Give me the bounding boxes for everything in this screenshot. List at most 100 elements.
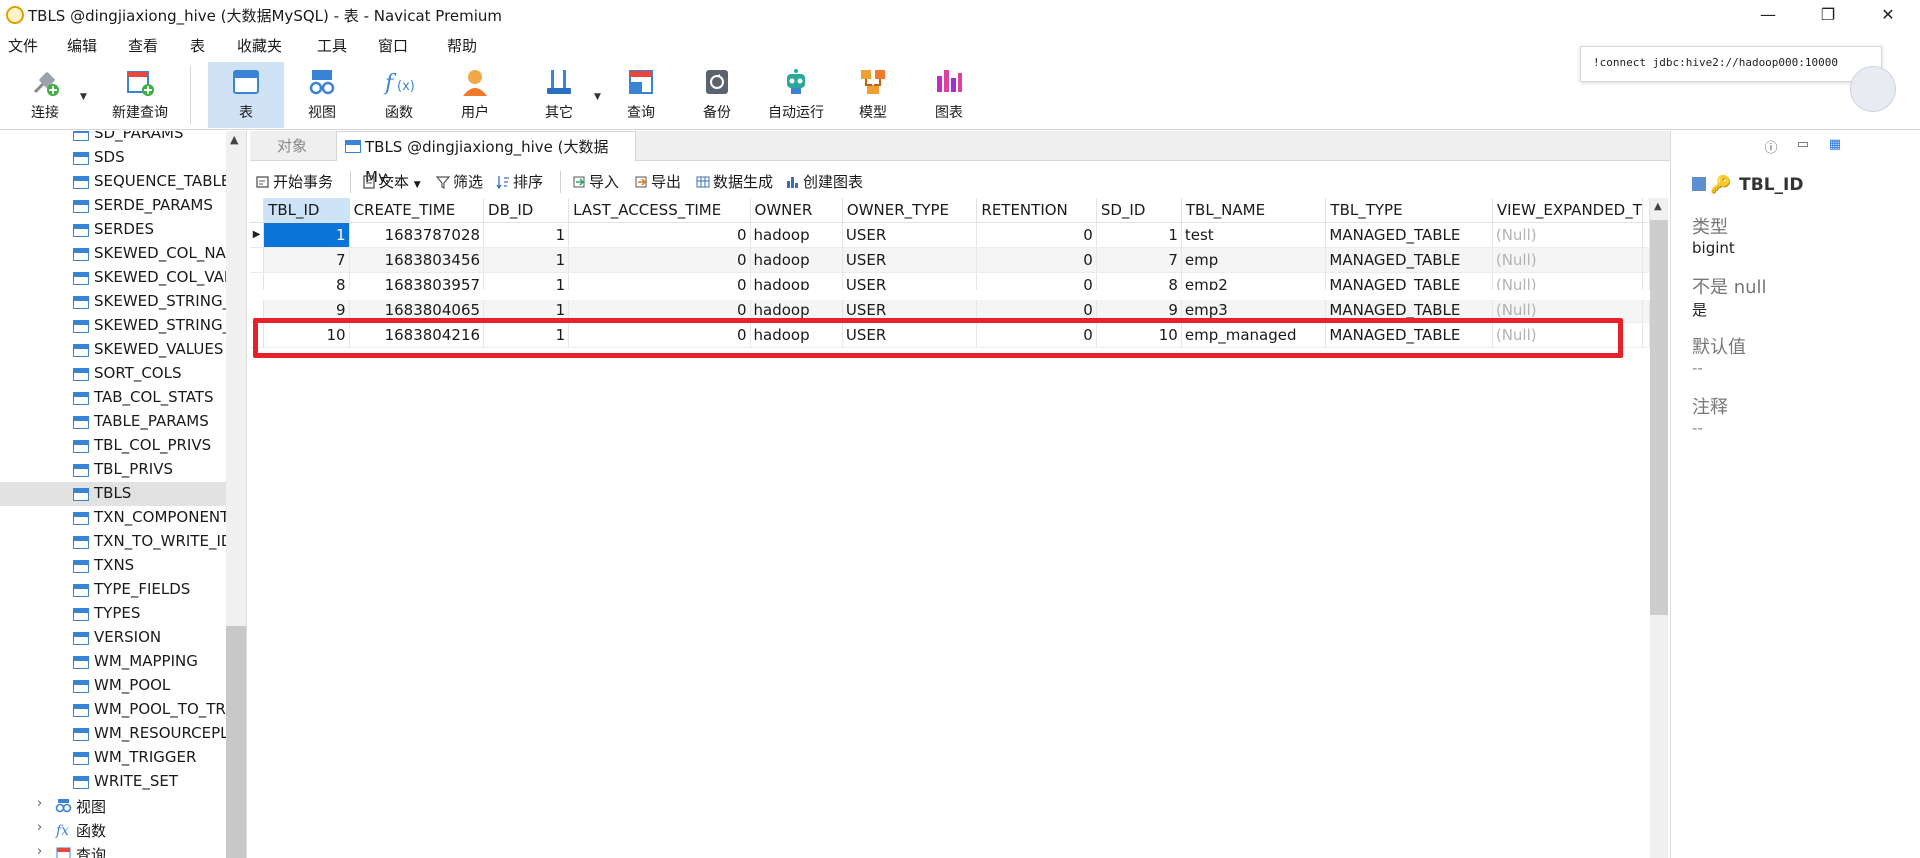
tree-item-table[interactable]: TYPE_FIELDS xyxy=(0,578,226,602)
tree-item-table[interactable]: WM_TRIGGER xyxy=(0,746,226,770)
export-button[interactable]: 导出 xyxy=(634,171,681,192)
menu-file[interactable]: 文件 xyxy=(8,35,38,56)
tree-item-table[interactable]: WM_POOL xyxy=(0,674,226,698)
grid-cell[interactable]: 0 xyxy=(976,247,1097,273)
row-header[interactable] xyxy=(250,247,265,273)
close-button[interactable]: ✕ xyxy=(1860,0,1916,30)
menu-tools[interactable]: 工具 xyxy=(317,35,347,56)
tree-item-table[interactable]: SKEWED_STRING_ xyxy=(0,290,226,314)
table-button[interactable]: 表 xyxy=(208,62,284,128)
grid-cell[interactable]: emp xyxy=(1181,247,1327,273)
tree-item-table[interactable]: WRITE_SET xyxy=(0,770,226,794)
tree-scrollbar-thumb[interactable] xyxy=(226,626,246,858)
tree-item-table[interactable]: TXNS xyxy=(0,554,226,578)
create-chart-button[interactable]: 创建图表 xyxy=(786,171,863,192)
tree-group[interactable]: › 视图 xyxy=(0,794,226,818)
grid-scrollbar[interactable]: ▲ xyxy=(1650,198,1668,858)
tree-item-table[interactable]: SERDE_PARAMS xyxy=(0,194,226,218)
tree-item-table[interactable]: WM_POOL_TO_TR xyxy=(0,698,226,722)
tree-item-table[interactable]: SERDES xyxy=(0,218,226,242)
grid-cell[interactable]: MANAGED_TABLE xyxy=(1325,247,1493,273)
tab-objects[interactable]: 对象 xyxy=(250,131,334,161)
expand-arrow-icon[interactable]: › xyxy=(37,796,42,811)
tree-item-table[interactable]: TBLS xyxy=(0,482,226,506)
grid-cell[interactable]: 1 xyxy=(263,222,350,248)
column-header[interactable]: TBL_TYPE xyxy=(1325,198,1493,223)
tree-item-table[interactable]: SDS xyxy=(0,146,226,170)
text-dropdown-icon[interactable]: ▼ xyxy=(414,180,421,190)
expand-arrow-icon[interactable]: › xyxy=(37,820,42,835)
column-header[interactable]: OWNER_TYPE xyxy=(842,198,978,223)
current-row-indicator-icon[interactable]: ▶ xyxy=(250,222,265,248)
query-button[interactable]: 查询 xyxy=(604,62,678,128)
tree-scrollbar[interactable]: ▲ xyxy=(226,131,246,858)
expand-arrow-icon[interactable]: › xyxy=(37,844,42,858)
menu-table[interactable]: 表 xyxy=(190,35,205,56)
grid-cell[interactable]: 0 xyxy=(568,222,751,248)
backup-button[interactable]: 备份 xyxy=(680,62,754,128)
grid-cell[interactable]: 1683787028 xyxy=(349,222,485,248)
begin-transaction-button[interactable]: 开始事务 xyxy=(256,171,333,192)
grid-cell[interactable]: 7 xyxy=(263,247,350,273)
filter-button[interactable]: 筛选 xyxy=(436,171,483,192)
user-button[interactable]: 用户 xyxy=(438,62,512,128)
column-header[interactable]: OWNER xyxy=(750,198,843,223)
column-header[interactable]: LAST_ACCESS_TIME xyxy=(568,198,751,223)
column-header[interactable]: TBL_ID xyxy=(263,198,350,223)
tree-item-table[interactable]: TXN_COMPONENT xyxy=(0,506,226,530)
column-header[interactable]: CREATE_TIME xyxy=(349,198,485,223)
sort-button[interactable]: 排序 xyxy=(496,171,543,192)
chart-button[interactable]: 图表 xyxy=(912,62,986,128)
tree-item-table[interactable]: TYPES xyxy=(0,602,226,626)
grid-view-icon[interactable]: ▦ xyxy=(1826,137,1844,155)
other-button[interactable]: 其它 xyxy=(522,62,596,128)
menu-help[interactable]: 帮助 xyxy=(447,35,477,56)
grid-scrollbar-thumb[interactable] xyxy=(1650,220,1668,615)
maximize-button[interactable]: ❐ xyxy=(1800,0,1856,30)
ddl-icon[interactable]: ▭ xyxy=(1794,137,1812,155)
menu-favorites[interactable]: 收藏夹 xyxy=(237,35,282,56)
tree-group[interactable]: › 查询 xyxy=(0,842,226,858)
grid-cell[interactable]: MANAGED_TABLE xyxy=(1325,222,1493,248)
table-row[interactable]: 7 1683803456 1 0 hadoop USER 0 7 emp MANAGED_TABL… xyxy=(250,247,1650,273)
info-icon[interactable]: ⓘ xyxy=(1762,137,1780,156)
import-button[interactable]: 导入 xyxy=(572,171,619,192)
tree-item-table[interactable]: SKEWED_VALUES xyxy=(0,338,226,362)
tree-item-table[interactable]: TBL_PRIVS xyxy=(0,458,226,482)
grid-cell[interactable]: USER xyxy=(842,222,978,248)
table-row[interactable]: ▶ 1 1683787028 1 0 hadoop USER 0 1 test MANAGED_TA… xyxy=(250,222,1650,248)
column-header[interactable]: SD_ID xyxy=(1096,198,1182,223)
minimize-button[interactable]: — xyxy=(1740,0,1796,30)
grid-cell[interactable]: 1 xyxy=(1096,222,1182,248)
tree-item-table[interactable]: TBL_COL_PRIVS xyxy=(0,434,226,458)
tree-item-table[interactable]: TAB_COL_STATS xyxy=(0,386,226,410)
grid-cell[interactable]: (Null) xyxy=(1492,247,1644,273)
connect-dropdown-icon[interactable]: ▼ xyxy=(80,92,87,102)
generate-data-button[interactable]: 数据生成 xyxy=(696,171,773,192)
menu-view[interactable]: 查看 xyxy=(128,35,158,56)
text-button[interactable]: 文本 ▼ xyxy=(362,171,421,192)
grid-cell[interactable]: 1 xyxy=(483,247,570,273)
connect-button[interactable]: 连接 xyxy=(8,62,82,128)
tree-item-table[interactable]: VERSION xyxy=(0,626,226,650)
tree-item-table[interactable]: TXN_TO_WRITE_ID xyxy=(0,530,226,554)
grid-cell[interactable]: 0 xyxy=(976,222,1097,248)
menu-window[interactable]: 窗口 xyxy=(378,35,408,56)
grid-cell[interactable]: (Null) xyxy=(1492,222,1644,248)
tab-tbls[interactable]: TBLS @dingjiaxiong_hive (大数据My... xyxy=(336,131,636,186)
new-query-button[interactable]: 新建查询 xyxy=(90,62,190,128)
tree-group[interactable]: › fx 函数 xyxy=(0,818,226,842)
grid-cell[interactable]: 7 xyxy=(1096,247,1182,273)
grid-cell[interactable]: hadoop xyxy=(750,222,843,248)
tree-item-table[interactable]: SEQUENCE_TABLE xyxy=(0,170,226,194)
avatar[interactable] xyxy=(1850,66,1896,112)
tree-item-table[interactable]: WM_MAPPING xyxy=(0,650,226,674)
column-header[interactable]: VIEW_EXPANDED_T xyxy=(1492,198,1644,223)
grid-cell[interactable]: 1683803456 xyxy=(349,247,485,273)
auto-run-button[interactable]: 自动运行 xyxy=(756,62,836,128)
grid-cell[interactable]: 0 xyxy=(568,247,751,273)
column-header[interactable]: DB_ID xyxy=(483,198,570,223)
tree-item-table[interactable]: WM_RESOURCEPL xyxy=(0,722,226,746)
tree-item-table[interactable]: TABLE_PARAMS xyxy=(0,410,226,434)
grid-cell[interactable]: 1 xyxy=(483,222,570,248)
